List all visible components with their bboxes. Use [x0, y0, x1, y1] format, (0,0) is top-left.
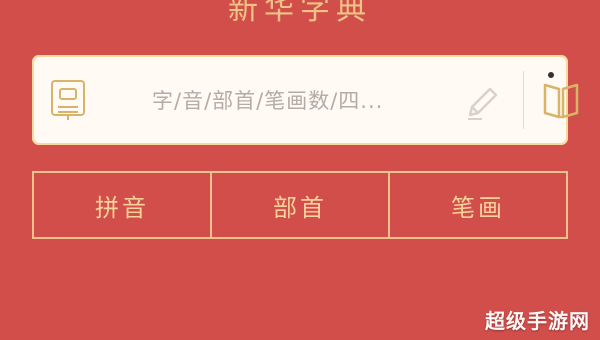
book-icon[interactable]: [537, 75, 585, 125]
card-divider: [523, 71, 524, 129]
watermark: 超级手游网: [485, 309, 590, 333]
dictionary-icon[interactable]: [46, 77, 90, 123]
app-title: 新华字典: [228, 0, 372, 27]
notification-dot: [548, 72, 554, 78]
tab-pinyin[interactable]: 拼音: [34, 173, 210, 237]
search-input[interactable]: [102, 77, 442, 123]
tab-stroke[interactable]: 笔画: [388, 173, 566, 237]
tab-radical[interactable]: 部首: [210, 173, 388, 237]
pencil-icon[interactable]: [460, 81, 504, 125]
search-card: 字/音/部首/笔画数/四...: [32, 55, 579, 145]
search-mode-tabs: 拼音 部首 笔画: [32, 171, 568, 239]
